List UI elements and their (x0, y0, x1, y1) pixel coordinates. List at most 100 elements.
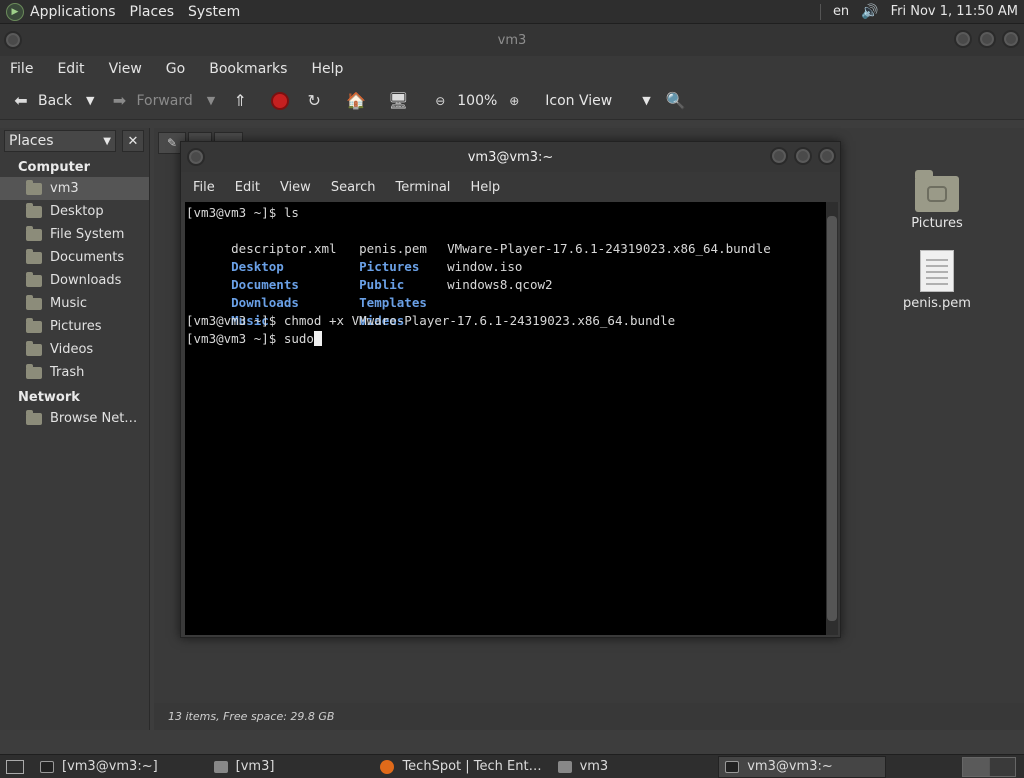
reload-button[interactable]: ↻ (303, 90, 331, 112)
terminal-menubar: File Edit View Search Terminal Help (181, 172, 840, 202)
fm-toolbar: ⬅ Back ▼ ➡ Forward ▼ ⇑ ↻ 🏠 🖥 ⊖ 100% ⊕ Ic… (0, 82, 1024, 120)
sidebar-item-downloads[interactable]: Downloads (0, 269, 149, 292)
back-arrow-icon: ⬅ (14, 91, 28, 110)
sidebar-item-trash[interactable]: Trash (0, 361, 149, 384)
menu-system[interactable]: System (188, 4, 240, 20)
home-folder-icon (26, 179, 42, 195)
applications-logo-icon[interactable]: ▶ (6, 2, 24, 21)
view-mode-select[interactable]: Icon View ▼ (545, 93, 650, 109)
sidebar-close-button[interactable]: ✕ (122, 130, 144, 152)
zoom-out-icon[interactable]: ⊖ (429, 90, 451, 112)
trash-icon (26, 363, 42, 379)
back-button[interactable]: ⬅ Back ▼ (10, 90, 94, 112)
sidebar-item-file-system[interactable]: File System (0, 223, 149, 246)
sidebar-item-browse-network[interactable]: Browse Net… (0, 407, 149, 430)
bottom-panel: [vm3@vm3:~] [vm3] TechSpot | Tech Ent… v… (0, 754, 1024, 778)
sidebar-selector-label: Places (9, 133, 54, 149)
window-menu-button[interactable] (4, 31, 22, 49)
workspace-1[interactable] (963, 757, 990, 776)
ls-dir-entry: Public (359, 277, 405, 292)
terminal-line: descriptor.xml penis.pem VMware-Player-17.… (186, 222, 827, 256)
videos-folder-icon (26, 340, 42, 356)
sidebar-item-vm3[interactable]: vm3 (0, 177, 149, 200)
workspace-switcher[interactable] (962, 756, 1016, 777)
term-menu-search[interactable]: Search (331, 180, 376, 195)
terminal-title: vm3@vm3:~ (467, 149, 554, 165)
home-button[interactable]: 🏠 (345, 90, 373, 112)
forward-label: Forward (136, 92, 193, 109)
fm-menu-file[interactable]: File (10, 61, 33, 77)
file-icon-pictures[interactable]: Pictures (897, 170, 977, 231)
terminal-input-line[interactable]: [vm3@vm3 ~]$ sudo (186, 330, 827, 348)
keyboard-layout[interactable]: en (833, 4, 849, 19)
taskbar-item-terminal-1[interactable]: [vm3@vm3:~] (34, 756, 164, 778)
stop-button[interactable] (271, 91, 290, 110)
zoom-control[interactable]: ⊖ 100% ⊕ (429, 90, 531, 112)
fm-menu-go[interactable]: Go (166, 61, 185, 77)
sidebar-item-label: Downloads (50, 273, 122, 288)
close-button[interactable] (1002, 30, 1020, 48)
menu-places[interactable]: Places (130, 4, 175, 20)
term-menu-view[interactable]: View (280, 180, 311, 195)
sidebar-item-pictures[interactable]: Pictures (0, 315, 149, 338)
fm-menu-help[interactable]: Help (311, 61, 343, 77)
terminal-close-button[interactable] (818, 147, 836, 165)
maximize-button[interactable] (978, 30, 996, 48)
terminal-titlebar[interactable]: vm3@vm3:~ (181, 142, 840, 172)
task-label: [vm3] (235, 759, 275, 774)
file-icon-label: Pictures (911, 216, 963, 231)
computer-button[interactable]: 🖥 (387, 90, 415, 112)
taskbar-item-vm3[interactable]: vm3 (552, 756, 615, 778)
back-dropdown-icon[interactable]: ▼ (86, 94, 94, 107)
fm-menu-view[interactable]: View (109, 61, 142, 77)
term-menu-terminal[interactable]: Terminal (395, 180, 450, 195)
sidebar-item-videos[interactable]: Videos (0, 338, 149, 361)
show-desktop-icon[interactable] (6, 759, 24, 774)
file-icon-label: penis.pem (903, 296, 971, 311)
ls-dir-entry: Desktop (231, 259, 284, 274)
sidebar-item-desktop[interactable]: Desktop (0, 200, 149, 223)
fm-menu-bookmarks[interactable]: Bookmarks (209, 61, 287, 77)
scrollbar-thumb[interactable] (827, 216, 837, 621)
search-button[interactable]: 🔍 (665, 90, 693, 112)
taskbar-item-terminal-active[interactable]: vm3@vm3:~ (718, 755, 887, 778)
folder-icon (213, 760, 228, 773)
term-menu-edit[interactable]: Edit (235, 180, 260, 195)
up-button[interactable]: ⇑ (229, 90, 257, 112)
fm-titlebar[interactable]: vm3 (0, 24, 1024, 56)
forward-dropdown-icon[interactable]: ▼ (207, 94, 215, 107)
taskbar-item-vm3-folder[interactable]: [vm3] (208, 756, 281, 778)
clock[interactable]: Fri Nov 1, 11:50 AM (891, 4, 1018, 19)
sidebar-item-music[interactable]: Music (0, 292, 149, 315)
terminal-line: [vm3@vm3 ~]$ chmod +x VMware-Player-17.6… (186, 313, 676, 328)
pictures-folder-icon (26, 317, 42, 333)
network-icon (26, 409, 42, 425)
fm-statusbar: 13 items, Free space: 29.8 GB (154, 703, 1024, 730)
computer-icon: 🖥 (388, 91, 409, 110)
fm-menu-edit[interactable]: Edit (57, 61, 84, 77)
workspace-2[interactable] (989, 757, 1015, 776)
terminal-window-menu-button[interactable] (187, 148, 205, 166)
terminal-minimize-button[interactable] (770, 147, 788, 165)
sidebar-selector[interactable]: Places ▼ (4, 130, 116, 152)
sidebar-item-documents[interactable]: Documents (0, 246, 149, 269)
view-mode-label: Icon View (545, 92, 613, 109)
terminal-current-command: [vm3@vm3 ~]$ sudo (186, 331, 314, 346)
menu-applications[interactable]: Applications (30, 4, 116, 20)
terminal-maximize-button[interactable] (794, 147, 812, 165)
downloads-folder-icon (26, 271, 42, 287)
sidebar-item-label: Videos (50, 342, 94, 357)
taskbar-item-firefox[interactable]: TechSpot | Tech Ent… (374, 756, 547, 778)
zoom-in-icon[interactable]: ⊕ (503, 90, 525, 112)
top-panel: ▶ Applications Places System en 🔊 Fri No… (0, 0, 1024, 24)
forward-button[interactable]: ➡ Forward ▼ (108, 90, 215, 112)
panel-tray: en 🔊 Fri Nov 1, 11:50 AM (819, 3, 1018, 20)
minimize-button[interactable] (954, 30, 972, 48)
term-menu-help[interactable]: Help (470, 180, 500, 195)
sidebar-item-label: Desktop (50, 204, 104, 219)
terminal-scrollbar[interactable] (826, 202, 838, 635)
file-icon-penis-pem[interactable]: penis.pem (897, 250, 977, 311)
terminal-output[interactable]: [vm3@vm3 ~]$ ls descriptor.xml penis.pem V… (185, 202, 827, 635)
term-menu-file[interactable]: File (193, 180, 215, 195)
volume-icon[interactable]: 🔊 (861, 4, 878, 20)
